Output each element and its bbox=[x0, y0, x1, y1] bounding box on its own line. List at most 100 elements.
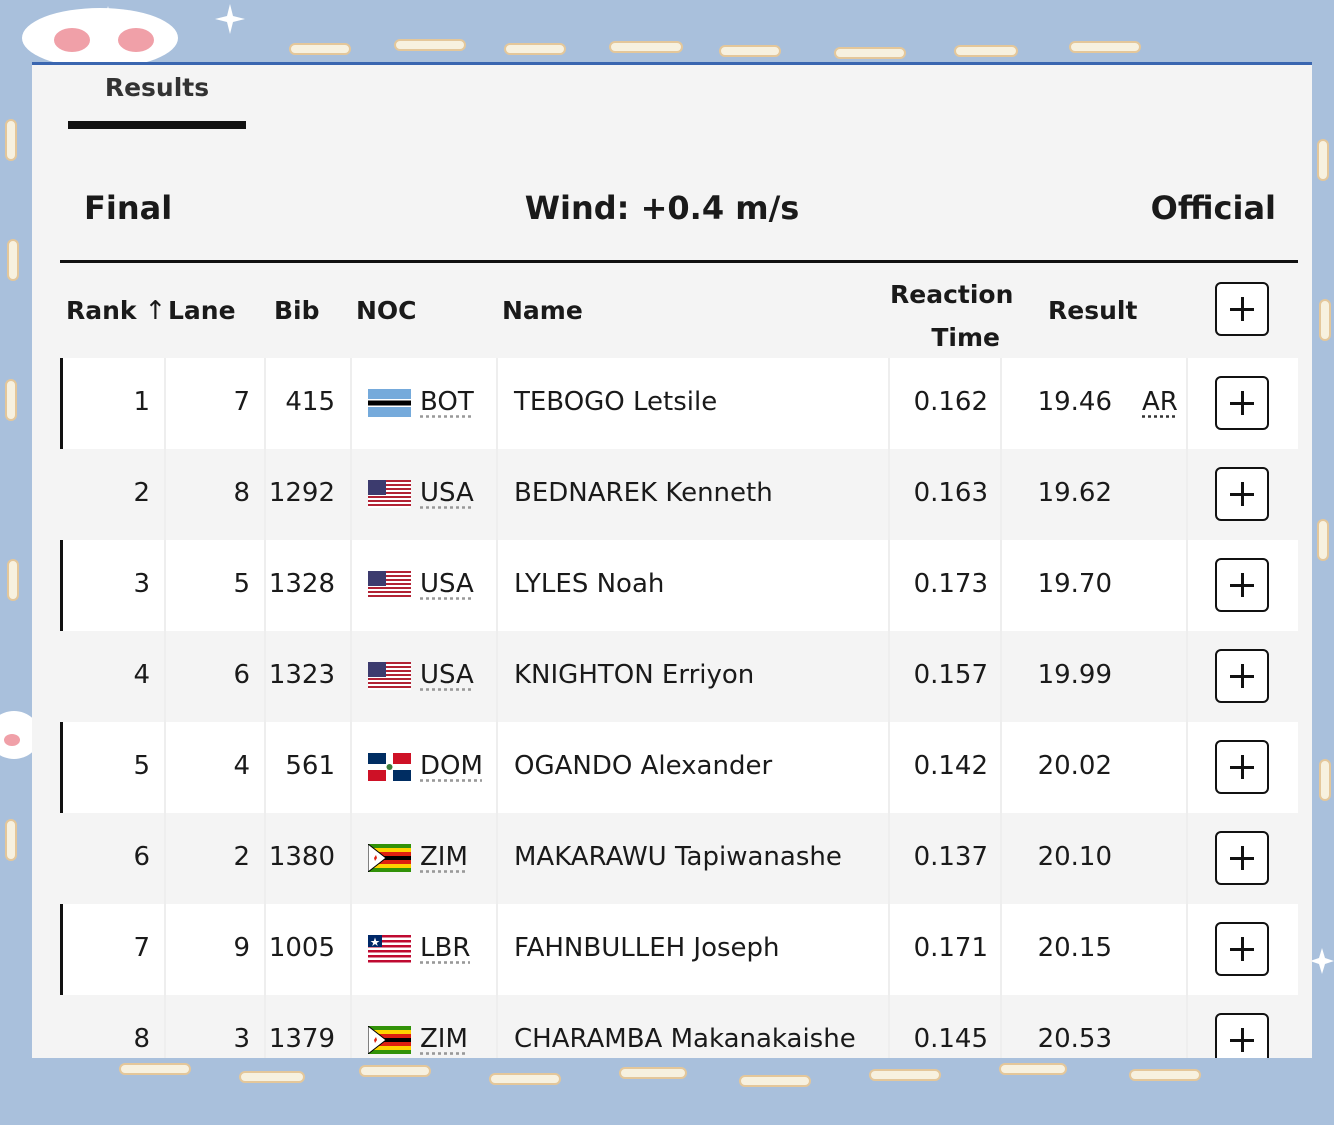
column-separator bbox=[496, 631, 498, 722]
reaction-time-value: 0.162 bbox=[913, 387, 988, 417]
column-separator bbox=[1000, 995, 1002, 1058]
column-header-noc[interactable]: NOC bbox=[356, 296, 417, 325]
dominican-republic-flag-icon bbox=[368, 753, 411, 781]
expand-row-button[interactable] bbox=[1215, 831, 1269, 885]
column-header-bib[interactable]: Bib bbox=[274, 296, 320, 325]
table-row: 4 6 1323 USA KNIGHTON Erriyon 0.157 19.9… bbox=[60, 631, 1298, 722]
column-header-name[interactable]: Name bbox=[502, 296, 583, 325]
column-separator bbox=[496, 358, 498, 449]
column-separator bbox=[164, 449, 166, 540]
bib-value: 1005 bbox=[268, 933, 335, 963]
noc-link[interactable]: USA bbox=[420, 478, 474, 508]
table-row: 6 2 1380 ZIM MAKARAWU Tapiwanashe 0.137 … bbox=[60, 813, 1298, 904]
result-value: 19.70 bbox=[1037, 569, 1112, 599]
column-separator bbox=[164, 813, 166, 904]
noc-link[interactable]: USA bbox=[420, 660, 474, 690]
column-separator bbox=[350, 904, 352, 995]
botswana-flag-icon bbox=[368, 389, 411, 417]
reaction-time-value: 0.157 bbox=[913, 660, 988, 690]
reaction-time-value: 0.171 bbox=[913, 933, 988, 963]
result-value: 19.99 bbox=[1037, 660, 1112, 690]
column-separator bbox=[164, 540, 166, 631]
bib-value: 415 bbox=[285, 387, 335, 417]
active-tab-indicator bbox=[68, 121, 246, 129]
wind-reading: Wind: +0.4 m/s bbox=[524, 189, 800, 227]
column-separator bbox=[1186, 904, 1188, 995]
result-value: 19.62 bbox=[1037, 478, 1112, 508]
noc-link[interactable]: ZIM bbox=[420, 1024, 468, 1054]
column-separator bbox=[1000, 631, 1002, 722]
sort-ascending-icon: ↑ bbox=[144, 296, 167, 326]
noc-link[interactable]: LBR bbox=[420, 933, 470, 963]
rank-value: 7 bbox=[133, 933, 150, 963]
rank-value: 8 bbox=[133, 1024, 150, 1054]
column-separator bbox=[350, 631, 352, 722]
column-separator bbox=[350, 449, 352, 540]
expand-row-button[interactable] bbox=[1215, 649, 1269, 703]
table-row: 3 5 1328 USA LYLES Noah 0.173 19.70 bbox=[60, 540, 1298, 631]
column-separator bbox=[1000, 540, 1002, 631]
lane-value: 9 bbox=[233, 933, 250, 963]
lane-value: 4 bbox=[233, 751, 250, 781]
record-badge[interactable]: AR bbox=[1142, 387, 1178, 417]
expand-row-button[interactable] bbox=[1215, 467, 1269, 521]
heat-status: Official bbox=[1150, 189, 1276, 227]
table-row: 5 4 561 DOM OGANDO Alexander 0.142 20.02 bbox=[60, 722, 1298, 813]
liberia-flag-icon bbox=[368, 935, 411, 963]
table-row: 2 8 1292 USA BEDNAREK Kenneth 0.163 19.6… bbox=[60, 449, 1298, 540]
athlete-name: LYLES Noah bbox=[514, 569, 665, 599]
expand-row-button[interactable] bbox=[1215, 740, 1269, 794]
column-separator bbox=[1186, 995, 1188, 1058]
column-header-rank[interactable]: Rank ↑ bbox=[66, 296, 166, 326]
reaction-time-value: 0.145 bbox=[913, 1024, 988, 1054]
column-separator bbox=[1000, 722, 1002, 813]
column-separator bbox=[350, 358, 352, 449]
lane-value: 3 bbox=[233, 1024, 250, 1054]
lane-value: 8 bbox=[233, 478, 250, 508]
expand-row-button[interactable] bbox=[1215, 1013, 1269, 1058]
column-separator bbox=[350, 995, 352, 1058]
athlete-name: BEDNAREK Kenneth bbox=[514, 478, 773, 508]
result-value: 19.46 bbox=[1037, 387, 1112, 417]
noc-link[interactable]: DOM bbox=[420, 751, 483, 781]
tab-results-label: Results bbox=[104, 73, 210, 102]
expand-row-button[interactable] bbox=[1215, 558, 1269, 612]
lane-value: 2 bbox=[233, 842, 250, 872]
row-marker bbox=[60, 904, 63, 995]
heat-summary: Final Wind: +0.4 m/s Official bbox=[60, 185, 1298, 245]
column-header-result[interactable]: Result bbox=[1048, 296, 1137, 325]
column-rank-label: Rank bbox=[66, 296, 137, 325]
athlete-name: CHARAMBA Makanakaishe bbox=[514, 1024, 856, 1054]
column-separator bbox=[1186, 813, 1188, 904]
athlete-name: OGANDO Alexander bbox=[514, 751, 773, 781]
column-separator bbox=[164, 904, 166, 995]
row-marker bbox=[60, 722, 63, 813]
reaction-label-line1: Reaction bbox=[890, 280, 1014, 309]
table-row: 7 9 1005 LBR FAHNBULLEH Joseph 0.171 20.… bbox=[60, 904, 1298, 995]
column-separator bbox=[350, 813, 352, 904]
column-separator bbox=[1186, 540, 1188, 631]
noc-link[interactable]: ZIM bbox=[420, 842, 468, 872]
rank-value: 6 bbox=[133, 842, 150, 872]
column-separator bbox=[496, 722, 498, 813]
expand-row-button[interactable] bbox=[1215, 922, 1269, 976]
noc-link[interactable]: BOT bbox=[420, 387, 474, 417]
zimbabwe-flag-icon bbox=[368, 1026, 411, 1054]
column-separator bbox=[1186, 449, 1188, 540]
expand-row-button[interactable] bbox=[1215, 376, 1269, 430]
bib-value: 1323 bbox=[268, 660, 335, 690]
expand-all-button[interactable] bbox=[1215, 282, 1269, 336]
column-separator bbox=[164, 631, 166, 722]
zimbabwe-flag-icon bbox=[368, 844, 411, 872]
reaction-time-value: 0.163 bbox=[913, 478, 988, 508]
column-header-reaction-time[interactable]: Reaction Time bbox=[890, 273, 1014, 359]
lane-value: 7 bbox=[233, 387, 250, 417]
bib-value: 1379 bbox=[268, 1024, 335, 1054]
column-separator bbox=[164, 358, 166, 449]
bunny-decoration-icon bbox=[22, 8, 178, 68]
reaction-time-value: 0.142 bbox=[913, 751, 988, 781]
table-header: Rank ↑ Lane Bib NOC Name Reaction Time Re… bbox=[60, 263, 1298, 355]
column-separator bbox=[496, 904, 498, 995]
column-header-lane[interactable]: Lane bbox=[168, 296, 236, 325]
noc-link[interactable]: USA bbox=[420, 569, 474, 599]
